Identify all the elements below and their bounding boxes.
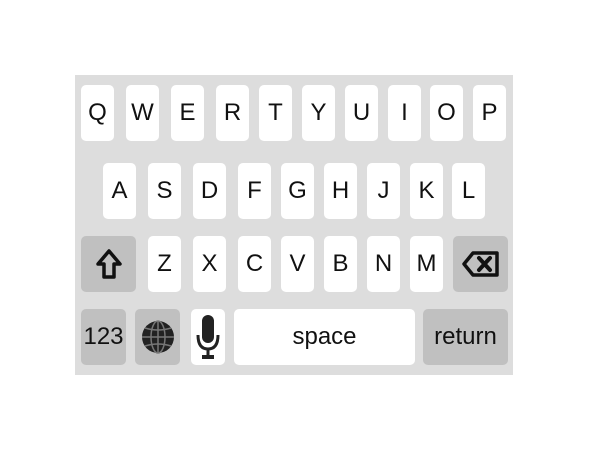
key-label: C <box>245 250 264 277</box>
key-label: P <box>481 99 498 126</box>
key-v[interactable]: V <box>281 236 314 292</box>
key-label: O <box>437 99 456 126</box>
key-e[interactable]: E <box>171 85 204 141</box>
key-o[interactable]: O <box>430 85 463 141</box>
return-key-label: return <box>434 323 497 350</box>
key-y[interactable]: Y <box>302 85 335 141</box>
key-c[interactable]: C <box>238 236 271 292</box>
key-z[interactable]: Z <box>148 236 181 292</box>
key-label: B <box>332 250 349 277</box>
microphone-key[interactable] <box>191 309 225 365</box>
globe-icon <box>140 317 176 357</box>
globe-key[interactable] <box>135 309 180 365</box>
key-n[interactable]: N <box>367 236 400 292</box>
key-label: Y <box>310 99 327 126</box>
key-label: I <box>401 99 408 126</box>
key-d[interactable]: D <box>193 163 226 219</box>
key-label: Q <box>88 99 107 126</box>
key-p[interactable]: P <box>473 85 506 141</box>
backspace-icon <box>461 250 500 278</box>
key-m[interactable]: M <box>410 236 443 292</box>
key-i[interactable]: I <box>388 85 421 141</box>
key-u[interactable]: U <box>345 85 378 141</box>
key-k[interactable]: K <box>410 163 443 219</box>
key-label: A <box>111 177 128 204</box>
key-label: H <box>331 177 350 204</box>
key-label: G <box>288 177 307 204</box>
return-key[interactable]: return <box>423 309 508 365</box>
key-label: D <box>200 177 219 204</box>
key-r[interactable]: R <box>216 85 249 141</box>
backspace-key[interactable] <box>453 236 508 292</box>
key-h[interactable]: H <box>324 163 357 219</box>
space-key[interactable]: space <box>234 309 415 365</box>
key-label: T <box>268 99 283 126</box>
key-q[interactable]: Q <box>81 85 114 141</box>
key-label: V <box>289 250 306 277</box>
numbers-key-label: 123 <box>83 323 124 350</box>
key-label: E <box>179 99 196 126</box>
key-t[interactable]: T <box>259 85 292 141</box>
key-f[interactable]: F <box>238 163 271 219</box>
key-label: Z <box>157 250 172 277</box>
numbers-key[interactable]: 123 <box>81 309 126 365</box>
key-label: X <box>201 250 218 277</box>
keyboard: Q W E R T Y U I O P A S D F G H J K L Z … <box>75 75 513 375</box>
key-label: F <box>247 177 262 204</box>
key-label: U <box>352 99 371 126</box>
key-s[interactable]: S <box>148 163 181 219</box>
key-label: R <box>223 99 242 126</box>
key-x[interactable]: X <box>193 236 226 292</box>
key-a[interactable]: A <box>103 163 136 219</box>
key-g[interactable]: G <box>281 163 314 219</box>
key-label: K <box>418 177 435 204</box>
space-key-label: space <box>292 323 357 350</box>
shift-key[interactable] <box>81 236 136 292</box>
key-j[interactable]: J <box>367 163 400 219</box>
key-label: S <box>156 177 173 204</box>
key-l[interactable]: L <box>452 163 485 219</box>
key-b[interactable]: B <box>324 236 357 292</box>
key-label: W <box>131 99 154 126</box>
key-w[interactable]: W <box>126 85 159 141</box>
shift-arrow-icon <box>95 248 123 280</box>
microphone-icon <box>195 313 221 361</box>
key-label: J <box>377 177 390 204</box>
key-label: N <box>374 250 393 277</box>
key-label: L <box>461 177 476 204</box>
key-label: M <box>416 250 437 277</box>
